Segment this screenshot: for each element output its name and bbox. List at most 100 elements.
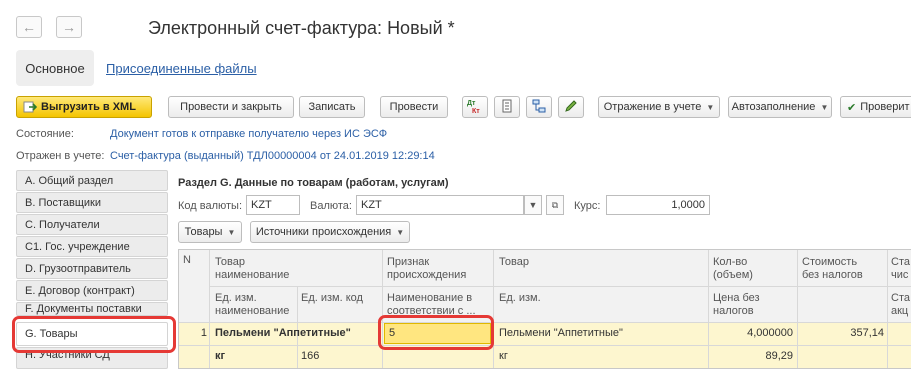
header-excise-2: акц — [891, 305, 909, 317]
cell-cost[interactable]: 357,14 — [798, 327, 884, 340]
header-cost: Стоимость — [802, 256, 858, 268]
sidebar-item-label: F. Документы поставки — [25, 303, 142, 315]
cell-product[interactable]: Пельмени "Аппетитные" — [499, 327, 623, 340]
header-product: Товар — [499, 256, 529, 268]
header-rate: Ста — [891, 256, 910, 268]
section-title: Раздел G. Данные по товарам (работам, ус… — [178, 177, 449, 189]
svg-text:Дт: Дт — [467, 100, 476, 107]
header-qty: Кол-во — [713, 256, 748, 268]
caret-down-icon: ▼ — [528, 200, 538, 210]
caret-down-icon: ▼ — [227, 227, 236, 237]
reflected-label: Отражен в учете: — [16, 150, 105, 162]
export-xml-label: Выгрузить в XML — [41, 101, 136, 113]
edit-button[interactable] — [558, 96, 584, 118]
autofill-label: Автозаполнение — [731, 101, 816, 113]
save-button[interactable]: Записать — [299, 96, 365, 118]
arrow-left-icon: ← — [22, 19, 36, 35]
rate-field[interactable]: 1,0000 — [606, 195, 710, 215]
sidebar-item-participants[interactable]: H. Участники СД — [16, 347, 168, 369]
dt-kt-button[interactable]: Дт Кт — [462, 96, 488, 118]
goods-label: Товары — [184, 226, 223, 238]
forward-button[interactable]: → — [56, 16, 82, 38]
sidebar-item-goods[interactable]: G. Товары — [16, 322, 168, 346]
structure-button[interactable] — [526, 96, 552, 118]
svg-text:Кт: Кт — [472, 108, 480, 114]
cell-product-name[interactable]: Пельмени "Аппетитные" — [215, 327, 351, 340]
currency-label: Валюта: — [310, 200, 352, 212]
cell-price[interactable]: 89,29 — [709, 350, 793, 363]
sidebar-item-delivery-docs[interactable]: F. Документы поставки — [16, 302, 168, 316]
page-title: Электронный счет-фактура: Новый * — [148, 18, 455, 38]
header-excise: Ста — [891, 292, 910, 304]
sidebar-item-shipper[interactable]: D. Грузоотправитель — [16, 258, 168, 279]
cell-unit[interactable]: кг — [499, 350, 508, 363]
currency-code-field[interactable]: KZT — [246, 195, 300, 215]
goods-dropdown[interactable]: Товары ▼ — [178, 221, 242, 243]
reflected-link[interactable]: Счет-фактура (выданный) ТДЛ00000004 от 2… — [110, 150, 435, 162]
list-icon — [500, 99, 514, 116]
header-product-name-2: наименование — [215, 269, 290, 281]
sidebar-item-recipients[interactable]: C. Получатели — [16, 214, 168, 235]
cell-origin: 5 — [389, 327, 396, 339]
pencil-icon — [564, 99, 578, 116]
sidebar-item-label: H. Участники СД — [25, 349, 110, 361]
check-button[interactable]: ✔ Проверит — [840, 96, 911, 118]
autofill-dropdown[interactable]: Автозаполнение ▼ — [728, 96, 832, 118]
origin-field[interactable]: 5 — [384, 323, 491, 344]
header-price-2: налогов — [713, 305, 754, 317]
header-product-name: Товар — [215, 256, 245, 268]
currency-open-button[interactable]: ⧉ — [546, 195, 564, 215]
post-close-button[interactable]: Провести и закрыть — [168, 96, 294, 118]
currency-code-label: Код валюты: — [178, 200, 243, 212]
reflection-label: Отражение в учете — [603, 101, 702, 113]
post-button[interactable]: Провести — [380, 96, 448, 118]
header-price: Цена без — [713, 292, 760, 304]
currency-dropdown-button[interactable]: ▼ — [524, 195, 542, 215]
origin-sources-label: Источники происхождения — [255, 226, 392, 238]
sidebar-item-contract[interactable]: E. Договор (контракт) — [16, 280, 168, 301]
header-unit-name-2: наименование — [215, 305, 290, 317]
header-origin-name: Наименование в — [387, 292, 473, 304]
arrow-right-icon: → — [62, 19, 76, 35]
sidebar-item-label: A. Общий раздел — [25, 174, 114, 187]
cell-unit-code[interactable]: 166 — [301, 350, 319, 363]
cell-qty[interactable]: 4,000000 — [709, 327, 793, 340]
header-cost-2: без налогов — [802, 269, 863, 281]
sidebar-item-label: G. Товары — [25, 328, 78, 340]
tab-main[interactable]: Основное — [16, 50, 94, 86]
caret-down-icon: ▼ — [820, 102, 829, 112]
goods-table: N Товар наименование Признак происхожден… — [178, 249, 911, 369]
sidebar-item-label: C. Получатели — [25, 218, 100, 231]
sidebar-item-suppliers[interactable]: B. Поставщики — [16, 192, 168, 213]
export-icon — [23, 100, 38, 114]
back-button[interactable]: ← — [16, 16, 42, 38]
list-button[interactable] — [494, 96, 520, 118]
header-origin-2: происхождения — [387, 269, 467, 281]
sidebar-item-gov-institution[interactable]: C1. Гос. учреждение — [16, 236, 168, 257]
cell-n: 1 — [200, 327, 207, 339]
header-origin-name-2: соответствии с ... — [387, 305, 476, 317]
check-label: Проверит — [860, 101, 910, 113]
dt-kt-icon: Дт Кт — [466, 98, 484, 117]
caret-down-icon: ▼ — [396, 227, 405, 237]
reflection-dropdown[interactable]: Отражение в учете ▼ — [598, 96, 720, 118]
sidebar-item-label: D. Грузоотправитель — [25, 262, 131, 275]
header-unit-code: Ед. изм. код — [301, 292, 363, 304]
state-link[interactable]: Документ готов к отправке получателю чер… — [110, 128, 387, 140]
header-rate-2: чис — [891, 269, 909, 281]
check-icon: ✔ — [847, 101, 857, 114]
tab-attached-files[interactable]: Присоединенные файлы — [106, 61, 257, 76]
currency-field[interactable]: KZT — [356, 195, 524, 215]
header-n: N — [183, 254, 191, 266]
origin-sources-dropdown[interactable]: Источники происхождения ▼ — [250, 221, 410, 243]
sidebar-item-label: B. Поставщики — [25, 196, 102, 209]
rate-label: Курс: — [574, 200, 601, 212]
sidebar-item-general[interactable]: A. Общий раздел — [16, 170, 168, 191]
header-origin: Признак — [387, 256, 430, 268]
export-xml-button[interactable]: Выгрузить в XML — [16, 96, 152, 118]
state-label: Состояние: — [16, 128, 74, 140]
header-unit: Ед. изм. — [499, 292, 541, 304]
sidebar-item-label: C1. Гос. учреждение — [25, 240, 130, 253]
header-unit-name: Ед. изм. — [215, 292, 257, 304]
cell-unit-name[interactable]: кг — [215, 350, 225, 363]
